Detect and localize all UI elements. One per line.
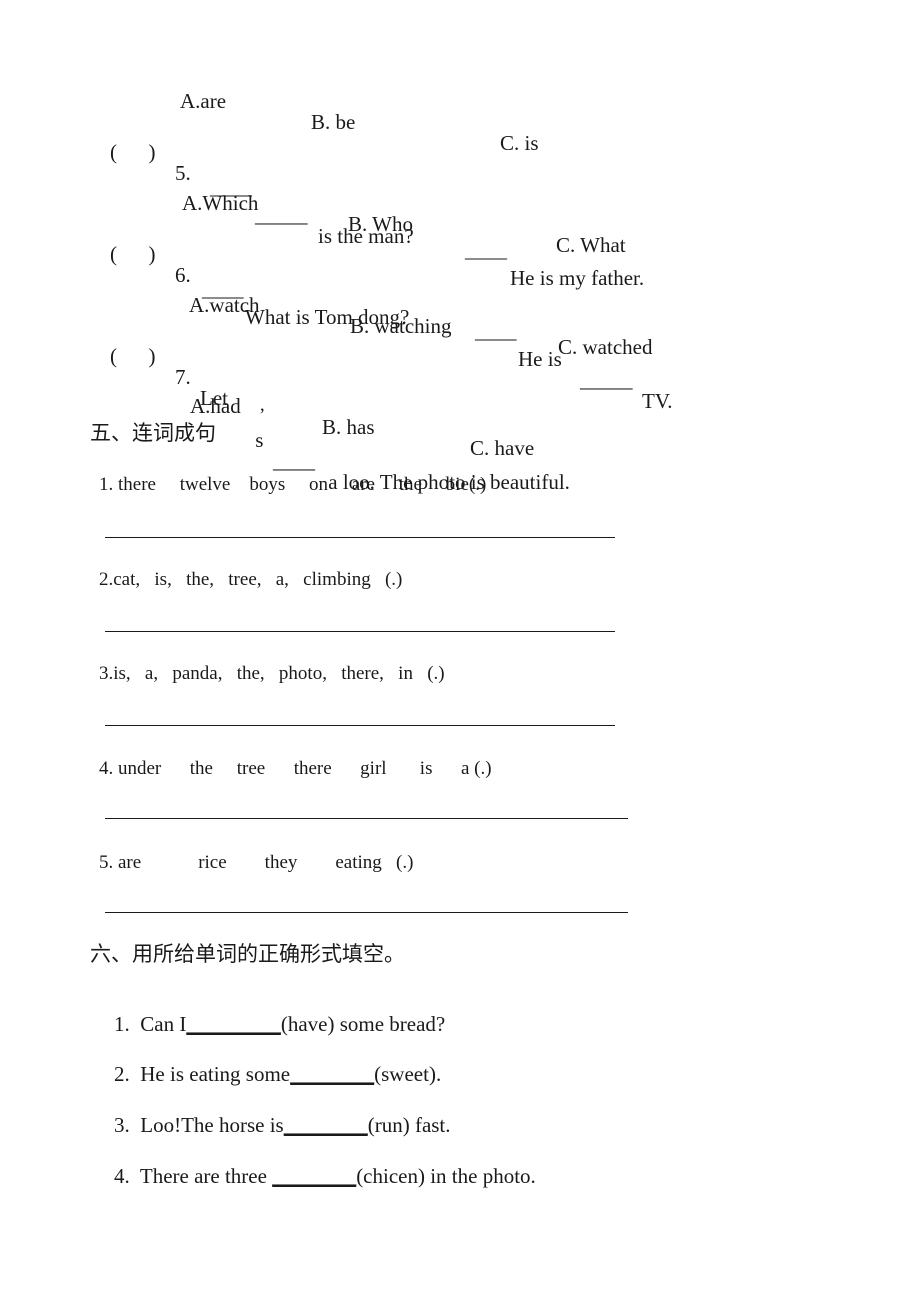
answer-line-1[interactable]: [105, 537, 615, 538]
fill-item-blank-3[interactable]: ________: [284, 1113, 368, 1137]
scramble-item-2: 2.cat, is, the, tree, a, climbing (.): [99, 569, 403, 590]
question-stem-apostrophe-q7: ’: [259, 405, 266, 426]
answer-bracket-q5[interactable]: ( ): [110, 142, 156, 163]
option-c: C. watched: [558, 335, 653, 359]
answer-line-5[interactable]: [105, 912, 628, 913]
question-stem-blank-q7[interactable]: ____: [273, 451, 315, 472]
fill-item-number-3: 3.: [114, 1113, 130, 1137]
section-heading-six: 六、用所给单词的正确形式填空。: [90, 942, 405, 966]
answer-line-3[interactable]: [105, 725, 615, 726]
question-stem-mid-q7: s: [250, 428, 264, 452]
scramble-item-3: 3.is, a, panda, the, photo, there, in (.…: [99, 663, 445, 684]
answer-bracket-q7[interactable]: ( ): [110, 346, 156, 367]
fill-item-pre-4: There are three: [129, 1164, 273, 1188]
scramble-item-1: 1. there twelve boys on are the bie(.): [99, 474, 487, 495]
fill-item-pre-2: He is eating some: [129, 1062, 291, 1086]
option-a: A.are: [180, 89, 227, 113]
option-a: A.Which: [182, 191, 259, 215]
option-b: B. watching: [350, 314, 452, 338]
scramble-item-4: 4. under the tree there girl is a (.): [99, 758, 492, 779]
scramble-item-5: 5. are rice they eating (.): [99, 852, 414, 873]
section-heading-five: 五、连词成句: [90, 421, 216, 445]
fill-item-blank-2[interactable]: ________: [290, 1062, 374, 1086]
fill-item-blank-4[interactable]: ________: [272, 1164, 356, 1188]
question-stem-blank-q5[interactable]: _____: [255, 205, 308, 226]
fill-item-post-4: (chicen) in the photo.: [356, 1164, 536, 1188]
option-row-q7: A.had B. has C. have: [0, 375, 534, 480]
question-answer-blank-q6[interactable]: _____: [580, 370, 633, 391]
option-c: C. What: [556, 233, 626, 257]
question-answer-dash-q6: ——: [475, 326, 517, 350]
fill-item-number-1: 1.: [114, 1012, 130, 1036]
fill-item-number-2: 2.: [114, 1062, 130, 1086]
option-row-q4: A.are B. be C. is: [0, 70, 539, 175]
fill-item-post-3: (run) fast.: [367, 1113, 451, 1137]
option-b: B. has: [322, 415, 375, 439]
fill-item-pre-3: Loo!The horse is: [129, 1113, 284, 1137]
option-row-q5: A.Which B. Who C. What: [0, 172, 626, 277]
answer-bracket-q6[interactable]: ( ): [110, 244, 156, 265]
fill-item-pre-1: Can I: [129, 1012, 187, 1036]
fill-item-blank-1[interactable]: _________: [186, 1012, 281, 1036]
option-c: C. have: [470, 436, 535, 460]
question-answer-text-q5: He is my father.: [510, 266, 645, 290]
answer-line-2[interactable]: [105, 631, 615, 632]
question-answer-post-q6: TV.: [642, 389, 673, 413]
option-b: B. Who: [348, 212, 413, 236]
option-b: B. be: [311, 110, 356, 134]
fill-item-post-1: (have) some bread?: [280, 1012, 446, 1036]
option-a: A.watch: [189, 293, 260, 317]
fill-item-post-2: (sweet).: [374, 1062, 442, 1086]
question-number-q6: 6.: [175, 263, 191, 287]
question-number-q7: 7.: [175, 365, 191, 389]
fill-item-4: 4. There are three ________(chicen) in t…: [93, 1145, 536, 1208]
worksheet-page: A.are B. be C. is ( ) 5. —— _____ is the…: [0, 0, 920, 1302]
fill-item-number-4: 4.: [114, 1164, 130, 1188]
answer-line-4[interactable]: [105, 818, 628, 819]
question-number-q5: 5.: [175, 161, 191, 185]
option-row-q6: A.watch B. watching C. watched: [0, 274, 652, 379]
option-a: A.had: [190, 394, 241, 418]
option-c: C. is: [500, 131, 539, 155]
question-answer-dash-q5: ——: [465, 245, 507, 269]
